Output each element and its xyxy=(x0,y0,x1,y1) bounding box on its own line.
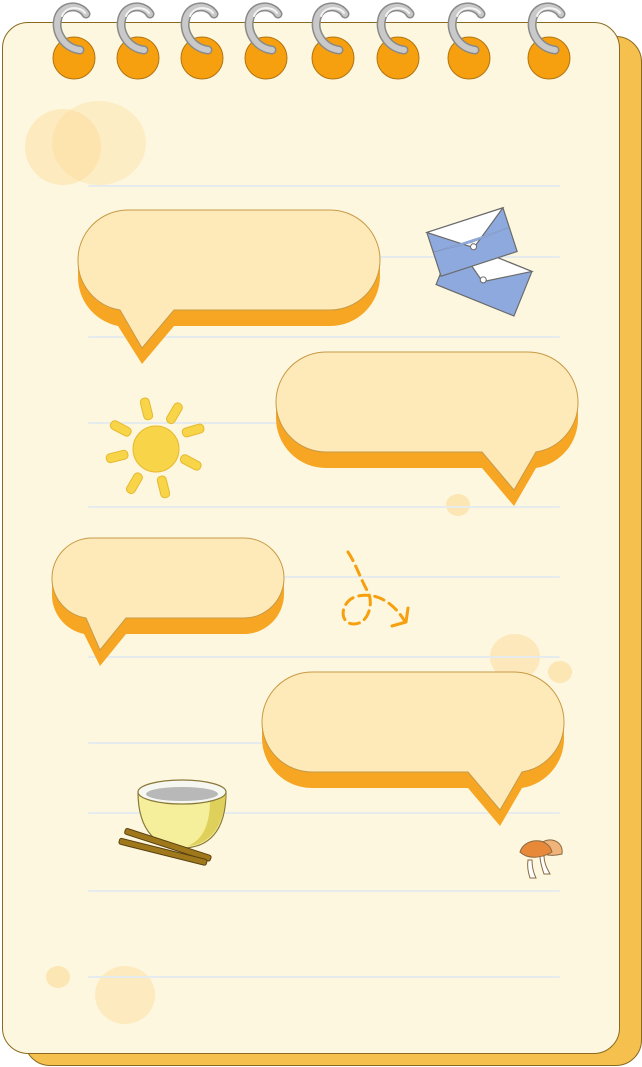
bubble-text-4 xyxy=(262,672,566,772)
sun-icon xyxy=(104,396,210,502)
speech-bubble-4[interactable] xyxy=(261,671,566,826)
bubble-text-2 xyxy=(276,352,580,452)
ruled-line xyxy=(88,185,560,187)
decor-circle xyxy=(52,101,146,185)
binding-ring xyxy=(180,0,236,89)
ruled-line xyxy=(88,506,560,508)
binding-ring xyxy=(447,0,503,89)
rice-bowl-icon xyxy=(118,776,234,874)
bubble-text-1 xyxy=(78,210,382,310)
binding-ring xyxy=(311,0,367,89)
mushroom-icon xyxy=(518,834,566,880)
decor-circle xyxy=(46,966,70,988)
binding-ring xyxy=(116,0,172,89)
binding-ring xyxy=(244,0,300,89)
envelope-icon xyxy=(424,206,538,326)
binding-ring xyxy=(527,0,583,89)
bubble-text-3 xyxy=(52,538,286,618)
binding-ring xyxy=(376,0,432,89)
speech-bubble-3[interactable] xyxy=(51,537,286,666)
ruled-line xyxy=(88,976,560,978)
notebook-page xyxy=(0,0,642,1067)
speech-bubble-1[interactable] xyxy=(77,209,382,364)
dashed-arrow-icon xyxy=(334,548,416,634)
speech-bubble-2[interactable] xyxy=(275,351,580,506)
decor-circle xyxy=(95,966,155,1024)
binding-ring xyxy=(52,0,108,89)
ruled-line xyxy=(88,890,560,892)
